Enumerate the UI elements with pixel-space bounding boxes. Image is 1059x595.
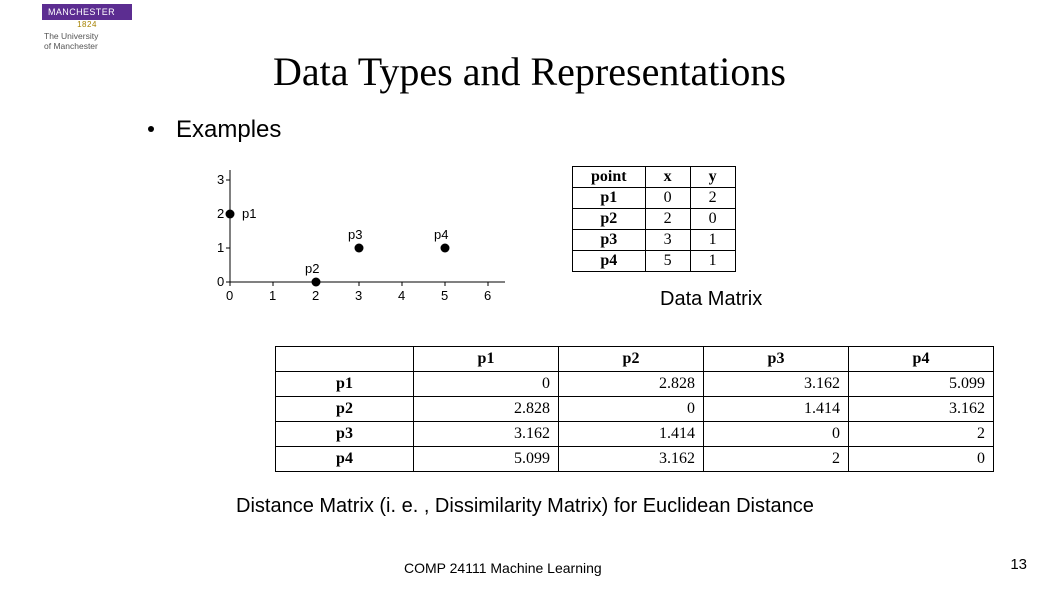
xtick-5: 5 [441, 288, 448, 303]
bullet-examples: Examples [148, 116, 281, 144]
point-p4 [441, 244, 450, 253]
table-row: p1 p2 p3 p4 [276, 347, 994, 372]
xtick-1: 1 [269, 288, 276, 303]
slide-title: Data Types and Representations [0, 48, 1059, 95]
ytick-2: 2 [217, 206, 224, 221]
bullet-dot-icon [148, 126, 154, 132]
table-row: p102.8283.1625.099 [276, 372, 994, 397]
y-ticks: 0 1 2 3 [217, 172, 230, 289]
distance-matrix-caption: Distance Matrix (i. e. , Dissimilarity M… [236, 495, 814, 518]
university-logo: MANCHESTER 1824 The University of Manche… [42, 4, 132, 51]
label-p4: p4 [434, 227, 448, 242]
label-p1: p1 [242, 206, 256, 221]
col-y: y [690, 167, 735, 188]
table-row: p22.82801.4143.162 [276, 397, 994, 422]
col-x: x [645, 167, 690, 188]
xtick-3: 3 [355, 288, 362, 303]
ytick-0: 0 [217, 274, 224, 289]
label-p3: p3 [348, 227, 362, 242]
data-matrix-label: Data Matrix [660, 288, 762, 311]
scatter-plot: 0 1 2 3 0 1 2 3 4 5 6 p1 p2 p3 p4 [195, 160, 525, 310]
table-row: p220 [573, 209, 736, 230]
point-p1 [226, 210, 235, 219]
ytick-1: 1 [217, 240, 224, 255]
table-row: p33.1621.41402 [276, 422, 994, 447]
table-row: p331 [573, 230, 736, 251]
distance-matrix-table: p1 p2 p3 p4 p102.8283.1625.099 p22.82801… [275, 346, 994, 472]
point-p3 [355, 244, 364, 253]
col-point: point [573, 167, 646, 188]
ytick-3: 3 [217, 172, 224, 187]
table-row: point x y [573, 167, 736, 188]
xtick-6: 6 [484, 288, 491, 303]
logo-year: 1824 [42, 20, 132, 29]
table-row: p102 [573, 188, 736, 209]
table-row: p45.0993.16220 [276, 447, 994, 472]
xtick-0: 0 [226, 288, 233, 303]
logo-name: MANCHESTER [48, 7, 115, 17]
footer-course: COMP 24111 Machine Learning [404, 560, 602, 576]
bullet-text: Examples [176, 116, 281, 143]
xtick-2: 2 [312, 288, 319, 303]
point-p2 [312, 278, 321, 287]
logo-sub1: The University [44, 31, 98, 41]
x-ticks: 0 1 2 3 4 5 6 [226, 282, 491, 303]
table-row: p451 [573, 251, 736, 272]
data-matrix-table: point x y p102 p220 p331 p451 [572, 166, 736, 272]
page-number: 13 [1010, 556, 1027, 573]
label-p2: p2 [305, 261, 319, 276]
xtick-4: 4 [398, 288, 405, 303]
